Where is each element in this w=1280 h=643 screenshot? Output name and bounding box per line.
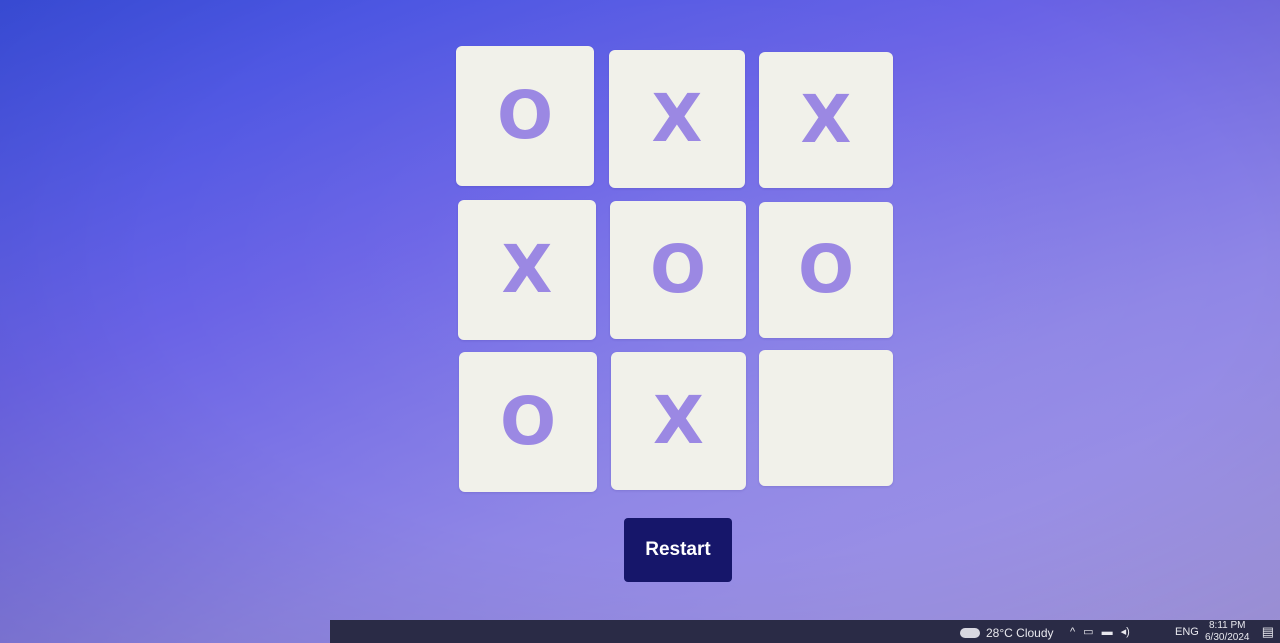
- cell-mark: O: [496, 77, 554, 154]
- cell-mark: X: [800, 81, 852, 158]
- board-cell-9[interactable]: [759, 350, 893, 486]
- chevron-up-icon[interactable]: ^: [1070, 626, 1075, 638]
- board-cell-8[interactable]: X: [611, 352, 746, 490]
- taskbar: 28°C Cloudy ^ ▭ ▬ ◂) ENG 8:11 PM 6/30/20…: [330, 620, 1280, 643]
- volume-icon[interactable]: ◂): [1121, 625, 1130, 638]
- board-cell-7[interactable]: O: [459, 352, 597, 492]
- board-cell-1[interactable]: O: [456, 46, 594, 186]
- cell-mark: X: [501, 231, 553, 308]
- network-icon[interactable]: ▭: [1083, 625, 1093, 638]
- cell-mark: O: [499, 383, 557, 460]
- board-cell-2[interactable]: X: [609, 50, 745, 188]
- weather-widget[interactable]: 28°C Cloudy: [960, 626, 1054, 640]
- board-cell-5[interactable]: O: [610, 201, 746, 339]
- cell-mark: O: [797, 231, 855, 308]
- board-cell-3[interactable]: X: [759, 52, 893, 188]
- clock[interactable]: 8:11 PM 6/30/2024: [1205, 620, 1250, 643]
- clock-date: 6/30/2024: [1205, 632, 1250, 643]
- cell-mark: X: [653, 382, 704, 459]
- clock-time: 8:11 PM: [1209, 620, 1246, 631]
- system-tray: ^ ▭ ▬ ◂): [1070, 625, 1130, 639]
- battery-icon[interactable]: ▬: [1102, 626, 1113, 638]
- notification-icon[interactable]: ▤: [1262, 624, 1274, 640]
- cell-mark: X: [651, 80, 703, 157]
- language-indicator[interactable]: ENG: [1175, 626, 1199, 638]
- cloud-icon: [960, 628, 980, 638]
- cell-mark: O: [649, 231, 707, 308]
- game-board: O X X X O O O X: [456, 46, 896, 494]
- weather-text: 28°C Cloudy: [986, 626, 1054, 640]
- board-cell-4[interactable]: X: [458, 200, 596, 340]
- board-cell-6[interactable]: O: [759, 202, 893, 338]
- restart-button[interactable]: Restart: [624, 518, 732, 582]
